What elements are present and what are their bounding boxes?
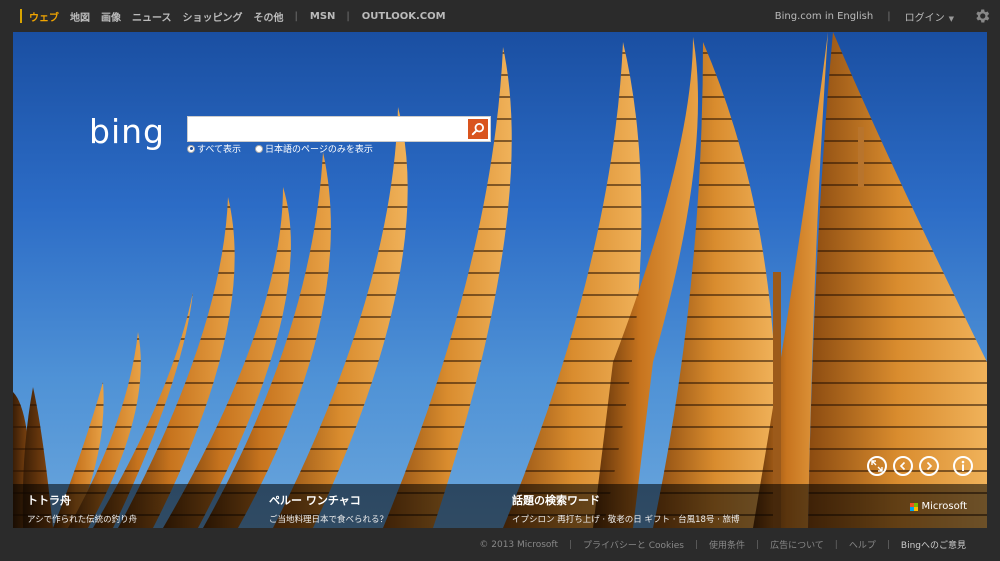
scope-japanese-option[interactable]: 日本語のページのみを表示 [255,142,373,155]
search-button[interactable] [468,119,488,139]
caption-title: ペルー ワンチャコ [269,494,361,507]
nav-item-maps[interactable]: 地図 [70,9,90,24]
active-indicator [20,9,22,23]
nav-item-images[interactable]: 画像 [101,9,121,24]
nav-item-msn[interactable]: MSN [310,11,336,22]
nav-separator: | [887,10,891,22]
footer-link-help[interactable]: ヘルプ [849,538,876,551]
microsoft-logo: Microsoft [910,501,967,512]
footer-link-terms[interactable]: 使用条件 [709,538,745,551]
top-navigation-bar: ウェブ 地図 画像 ニュース ショッピング その他 | MSN | OUTLOO… [0,0,1000,32]
footer-link-advertising[interactable]: 広告について [770,538,824,551]
caption-huanchaco[interactable]: ペルー ワンチャコ ご当地料理日本で食べられる？ [269,492,388,525]
bing-logo: bing [89,112,165,151]
radio-checked[interactable] [187,144,195,153]
search-icon [471,122,484,136]
caption-totora-boat[interactable]: トトラ舟 アシで作られた伝統の釣り舟 [27,492,137,525]
caption-title: 話題の検索ワード [512,494,600,507]
caption-subtitle: アシで作られた伝統の釣り舟 [27,515,138,525]
search-box [187,116,491,142]
copyright: © 2013 Microsoft [479,539,558,550]
info-icon[interactable] [953,456,973,476]
scope-all-label: すべて表示 [197,145,242,155]
reed-boats-illustration [13,32,987,528]
microsoft-logo-icon [910,502,919,511]
gear-icon-graphic [976,9,990,23]
scope-all-option[interactable]: すべて表示 [187,142,241,155]
primary-nav: ウェブ 地図 画像 ニュース ショッピング その他 | MSN | OUTLOO… [20,0,457,32]
hero-controls [861,456,973,476]
chevron-left-icon[interactable] [893,456,913,476]
caption-title: トトラ舟 [27,494,71,507]
footer-link-feedback[interactable]: Bingへのご意見 [901,538,966,551]
caption-subtitle: ご当地料理日本で食べられる？ [269,515,389,525]
footer-separator: | [886,539,890,550]
caret-down-icon: ▼ [948,14,954,23]
english-site-link[interactable]: Bing.com in English [775,11,873,22]
info-icon-graphic [961,460,965,471]
footer-separator: | [694,539,698,550]
caption-subtitle: イプシロン 再打ち上げ · 敬老の日 ギフト · 台風18号 · 旅博 [512,515,740,525]
nav-item-web[interactable]: ウェブ [29,9,59,24]
nav-separator: | [346,10,350,22]
expand-icon[interactable] [867,456,887,476]
expand-icon-graphic [871,460,883,472]
search-input[interactable] [188,117,460,141]
chevron-right-graphic [926,461,933,471]
footer-separator: | [834,539,838,550]
chevron-left-graphic [899,461,906,471]
footer-link-privacy[interactable]: プライバシーと Cookies [583,538,684,551]
account-nav: Bing.com in English | ログイン ▼ [775,0,1000,32]
login-link[interactable]: ログイン ▼ [905,9,954,24]
hero-image: bing すべて表示 日本語のページのみを表示 トトラ舟 アシで作られた伝統の釣… [13,32,987,528]
microsoft-logo-text: Microsoft [921,501,967,512]
nav-item-outlook[interactable]: OUTLOOK.COM [362,11,446,22]
caption-bar: トトラ舟 アシで作られた伝統の釣り舟 ペルー ワンチャコ ご当地料理日本で食べら… [13,484,987,528]
nav-item-more[interactable]: その他 [254,9,284,24]
footer-separator: | [568,539,573,550]
scope-japanese-label: 日本語のページのみを表示 [265,145,373,155]
gear-icon[interactable] [966,0,998,32]
nav-item-news[interactable]: ニュース [132,9,172,24]
nav-item-shopping[interactable]: ショッピング [183,9,243,24]
login-label: ログイン [904,12,945,24]
footer-separator: | [756,539,760,550]
footer: © 2013 Microsoft | プライバシーと Cookies | 使用条… [0,528,1000,561]
caption-trending-searches[interactable]: 話題の検索ワード イプシロン 再打ち上げ · 敬老の日 ギフト · 台風18号 … [512,492,740,525]
chevron-right-icon[interactable] [919,456,939,476]
radio-unchecked[interactable] [255,144,263,153]
nav-separator: | [294,10,298,22]
